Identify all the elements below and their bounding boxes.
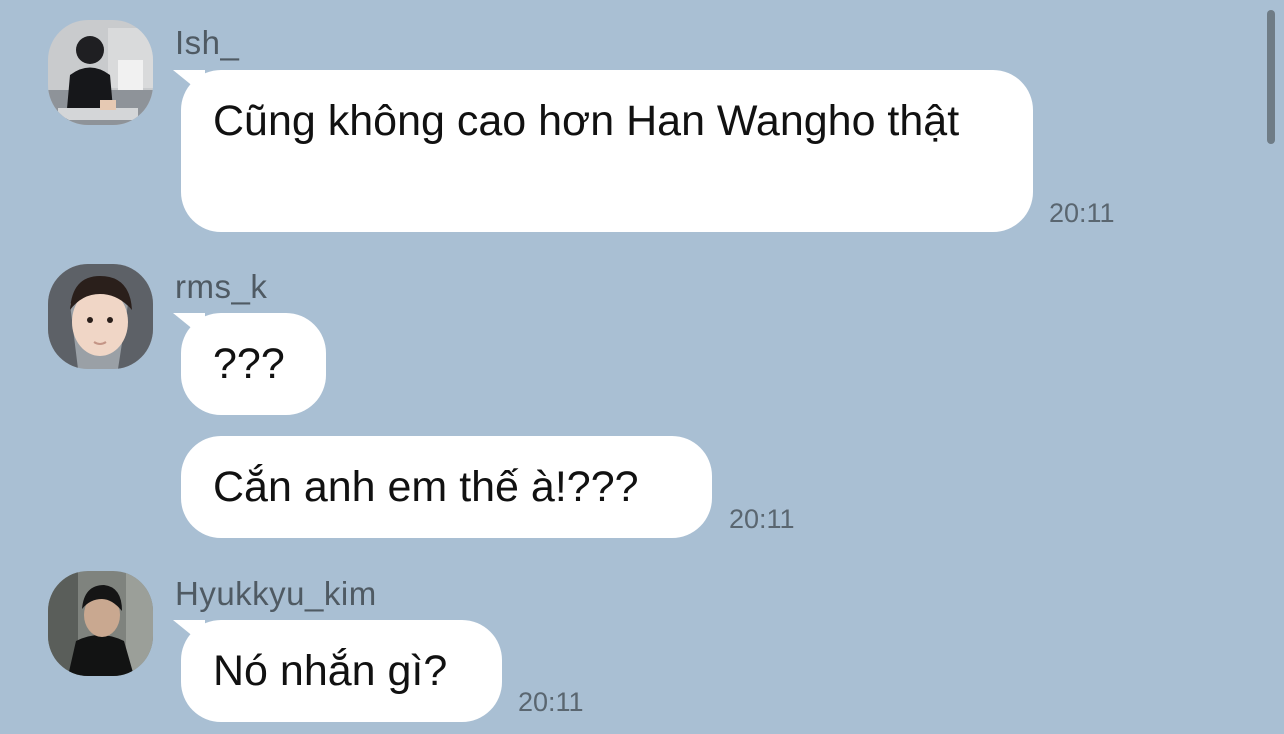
- scrollbar[interactable]: [1267, 10, 1275, 144]
- message-bubble[interactable]: Cắn anh em thế à!???: [181, 436, 712, 538]
- message-bubble[interactable]: Nó nhắn gì?: [181, 620, 502, 722]
- sender-name: rms_k: [175, 268, 268, 305]
- message-time: 20:11: [729, 504, 795, 534]
- message-bubble[interactable]: Cũng không cao hơn Han Wangho thật: [181, 70, 1033, 232]
- message-text: Cắn anh em thế à!???: [213, 463, 639, 511]
- sender-name: Hyukkyu_kim: [175, 575, 377, 612]
- chat-messages: Ish_ Cũng không cao hơn Han Wangho thật …: [0, 0, 1284, 734]
- message-time: 20:11: [518, 687, 584, 717]
- sender-name: Ish_: [175, 24, 240, 61]
- message-bubble[interactable]: ???: [181, 313, 326, 415]
- message-text: Nó nhắn gì?: [213, 647, 448, 695]
- avatar-ish[interactable]: [48, 20, 153, 125]
- message-time: 20:11: [1049, 198, 1115, 228]
- avatar-hyukkyu-kim[interactable]: [48, 571, 153, 676]
- message-text: Cũng không cao hơn Han Wangho thật: [213, 97, 960, 145]
- message-text: ???: [213, 340, 285, 388]
- avatar-rms-k[interactable]: [48, 264, 153, 369]
